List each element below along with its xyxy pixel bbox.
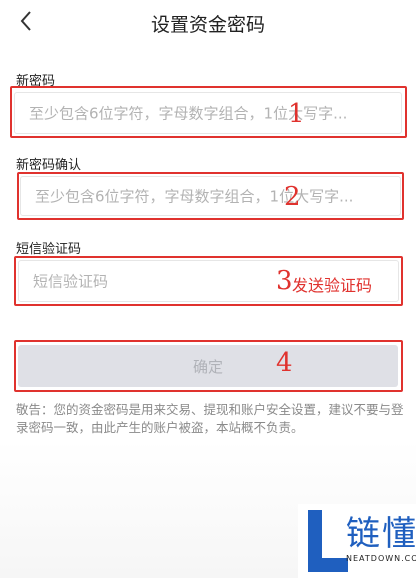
confirm-button-label: 确定 <box>192 358 223 376</box>
send-code-button[interactable]: 发送验证码 <box>292 272 372 296</box>
new-password-input[interactable]: 至少包含6位字符，字母数字组合，1位大写字... <box>14 92 402 134</box>
security-notice: 敬告：您的资金密码是用来交易、提现和账户安全设置，建议不要与登录密码一致，由此产… <box>16 402 404 435</box>
confirm-password-input[interactable]: 至少包含6位字符，字母数字组合，1位大写字... <box>20 176 401 216</box>
watermark-site: NEATDOWN.COM <box>346 554 416 563</box>
annotation-marker-4: 4 <box>276 348 293 378</box>
sms-code-placeholder: 短信验证码 <box>33 272 109 291</box>
confirm-password-placeholder: 至少包含6位字符，字母数字组合，1位大写字... <box>35 187 354 206</box>
sms-code-label: 短信验证码 <box>16 242 82 257</box>
watermark-name: 链懂 <box>346 514 416 554</box>
annotation-marker-1: 1 <box>288 99 305 129</box>
confirm-password-label: 新密码确认 <box>16 158 82 173</box>
annotation-marker-3: 3 <box>276 266 293 296</box>
annotation-marker-2: 2 <box>284 182 301 212</box>
page-title: 设置资金密码 <box>150 14 265 36</box>
watermark: 链懂 NEATDOWN.COM <box>298 504 416 578</box>
watermark-logo-icon <box>308 510 348 572</box>
confirm-button[interactable]: 确定 <box>18 345 398 387</box>
nav-bar: 设置资金密码 <box>0 0 416 44</box>
